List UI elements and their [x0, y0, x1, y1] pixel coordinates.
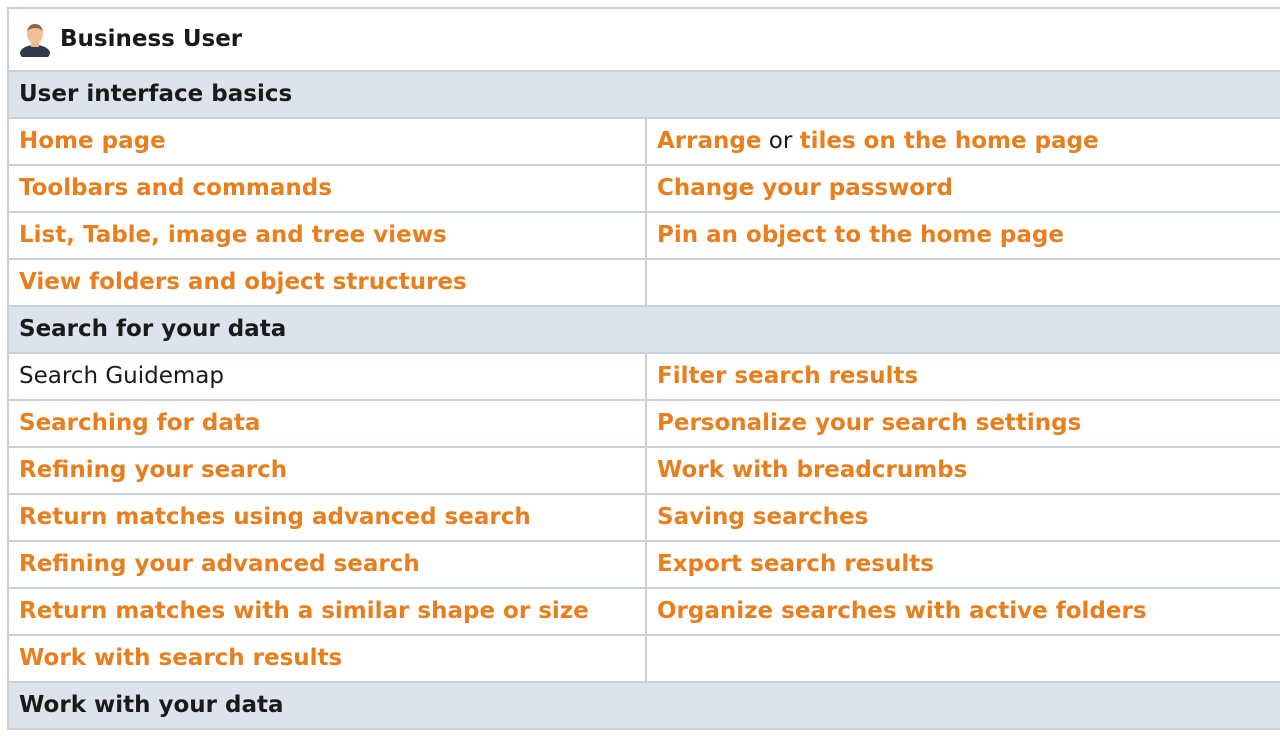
link-export-search-results[interactable]: Export search results	[657, 551, 934, 577]
link-similar-shape[interactable]: Return matches with a similar shape or s…	[19, 598, 589, 624]
table-row: List, Table, image and tree views Pin an…	[7, 211, 1280, 260]
table-row: Search Guidemap Filter search results	[7, 352, 1280, 401]
table-cell: Refining your advanced search	[7, 540, 647, 589]
link-refining-advanced-search[interactable]: Refining your advanced search	[19, 551, 420, 577]
table-row: Refining your search Work with breadcrum…	[7, 446, 1280, 495]
search-guidemap-label: Search Guidemap	[19, 362, 224, 389]
section-header-row: Work with your data	[7, 681, 1280, 730]
business-user-guide-table: Business User User interface basics Home…	[7, 7, 1280, 730]
section-heading: Work with your data	[7, 681, 1280, 730]
table-cell: Search Guidemap	[7, 352, 647, 401]
link-pin-object[interactable]: Pin an object to the home page	[657, 222, 1064, 248]
link-work-with-search-results[interactable]: Work with search results	[19, 645, 342, 671]
table-cell: Toolbars and commands	[7, 164, 647, 213]
table-cell: Searching for data	[7, 399, 647, 448]
table-cell: Home page	[7, 117, 647, 166]
link-arrange[interactable]: Arrange	[657, 128, 761, 154]
link-active-folders[interactable]: Organize searches with active folders	[657, 598, 1147, 624]
table-row: Work with search results	[7, 634, 1280, 683]
link-saving-searches[interactable]: Saving searches	[657, 504, 868, 530]
table-cell: Refining your search	[7, 446, 647, 495]
link-personalize-search[interactable]: Personalize your search settings	[657, 410, 1081, 436]
link-breadcrumbs[interactable]: Work with breadcrumbs	[657, 457, 967, 483]
table-row: Toolbars and commands Change your passwo…	[7, 164, 1280, 213]
section-header-row: Search for your data	[7, 305, 1280, 354]
section-header-row: User interface basics	[7, 70, 1280, 119]
user-avatar-icon	[20, 23, 50, 57]
link-tiles-on-home-page[interactable]: tiles on the home page	[800, 128, 1099, 154]
table-cell: List, Table, image and tree views	[7, 211, 647, 260]
table-cell: Change your password	[645, 164, 1280, 213]
table-cell: Pin an object to the home page	[645, 211, 1280, 260]
link-advanced-search[interactable]: Return matches using advanced search	[19, 504, 531, 530]
connector-text: or	[761, 127, 800, 154]
empty-cell	[645, 258, 1280, 307]
table-cell: Work with breadcrumbs	[645, 446, 1280, 495]
table-row: Return matches using advanced search Sav…	[7, 493, 1280, 542]
table-row: Return matches with a similar shape or s…	[7, 587, 1280, 636]
link-view-folders[interactable]: View folders and object structures	[19, 269, 467, 295]
table-cell: Arrange or tiles on the home page	[645, 117, 1280, 166]
page-title: Business User	[60, 25, 243, 52]
table-cell: Filter search results	[645, 352, 1280, 401]
section-heading: Search for your data	[7, 305, 1280, 354]
table-row: View folders and object structures	[7, 258, 1280, 307]
table-cell: View folders and object structures	[7, 258, 647, 307]
link-filter-search-results[interactable]: Filter search results	[657, 363, 918, 389]
empty-cell	[645, 634, 1280, 683]
table-row: Home page Arrange or tiles on the home p…	[7, 117, 1280, 166]
link-change-password[interactable]: Change your password	[657, 175, 953, 201]
title-row: Business User	[7, 7, 1280, 72]
link-refining-search[interactable]: Refining your search	[19, 457, 287, 483]
link-searching-for-data[interactable]: Searching for data	[19, 410, 260, 436]
table-cell: Organize searches with active folders	[645, 587, 1280, 636]
table-cell: Personalize your search settings	[645, 399, 1280, 448]
link-home-page[interactable]: Home page	[19, 128, 166, 154]
title-cell: Business User	[7, 7, 1280, 72]
table-row: Refining your advanced search Export sea…	[7, 540, 1280, 589]
link-list-table-views[interactable]: List, Table, image and tree views	[19, 222, 447, 248]
table-cell: Saving searches	[645, 493, 1280, 542]
section-heading: User interface basics	[7, 70, 1280, 119]
table-cell: Return matches using advanced search	[7, 493, 647, 542]
table-cell: Work with search results	[7, 634, 647, 683]
table-row: Searching for data Personalize your sear…	[7, 399, 1280, 448]
table-cell: Return matches with a similar shape or s…	[7, 587, 647, 636]
table-cell: Export search results	[645, 540, 1280, 589]
link-toolbars-and-commands[interactable]: Toolbars and commands	[19, 175, 332, 201]
